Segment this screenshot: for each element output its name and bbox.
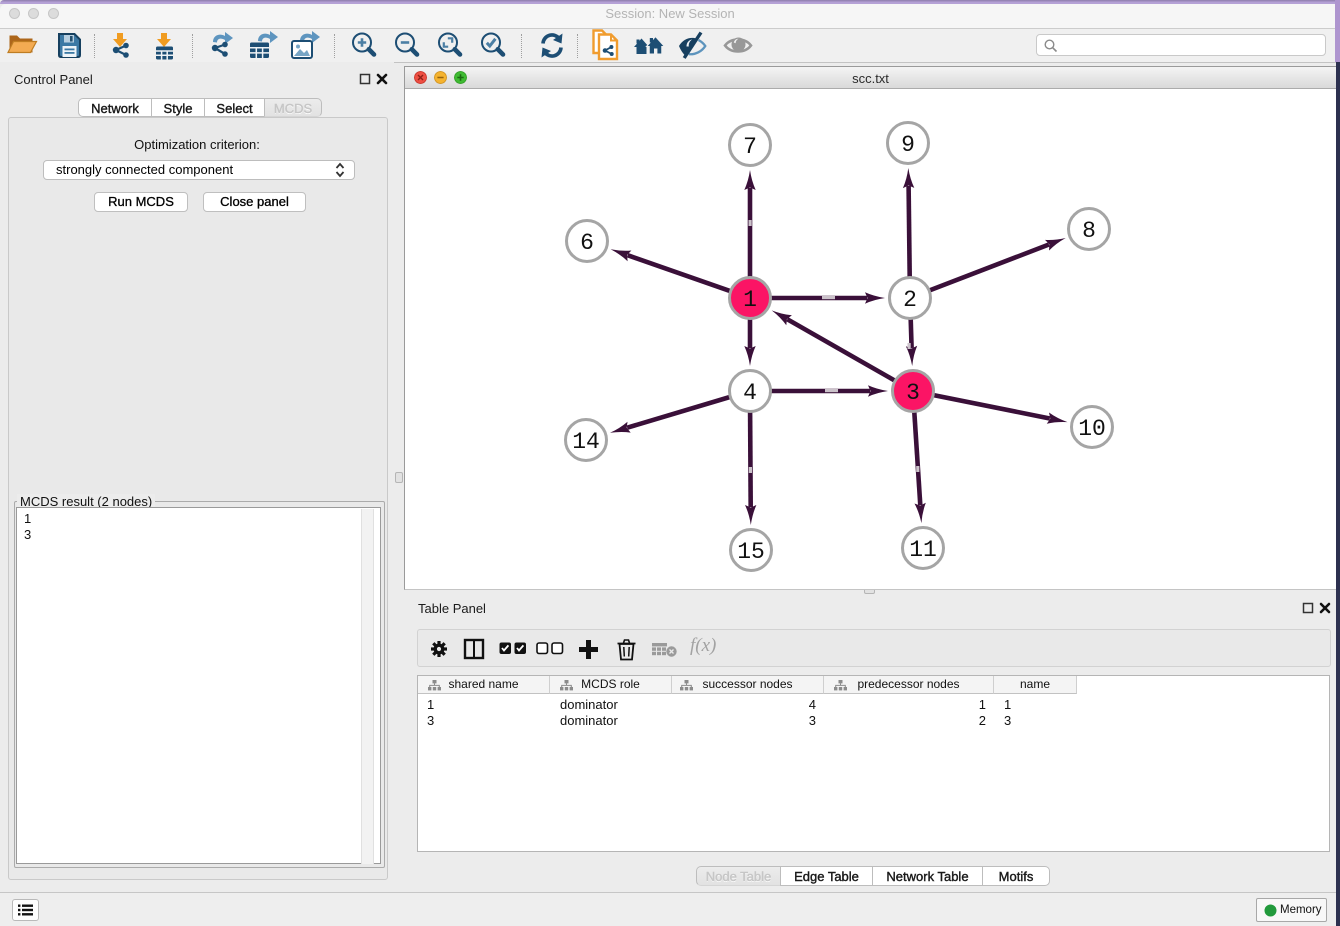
- svg-text:10: 10: [1078, 416, 1106, 442]
- svg-text:8: 8: [1082, 218, 1096, 244]
- svg-text:6: 6: [580, 230, 594, 256]
- svg-text:7: 7: [743, 134, 757, 160]
- svg-text:1: 1: [743, 287, 757, 313]
- svg-text:14: 14: [572, 429, 600, 455]
- svg-text:15: 15: [737, 539, 765, 565]
- svg-text:11: 11: [909, 537, 937, 563]
- svg-text:3: 3: [906, 380, 920, 406]
- svg-text:4: 4: [743, 380, 757, 406]
- svg-text:9: 9: [901, 132, 915, 158]
- svg-text:2: 2: [903, 287, 917, 313]
